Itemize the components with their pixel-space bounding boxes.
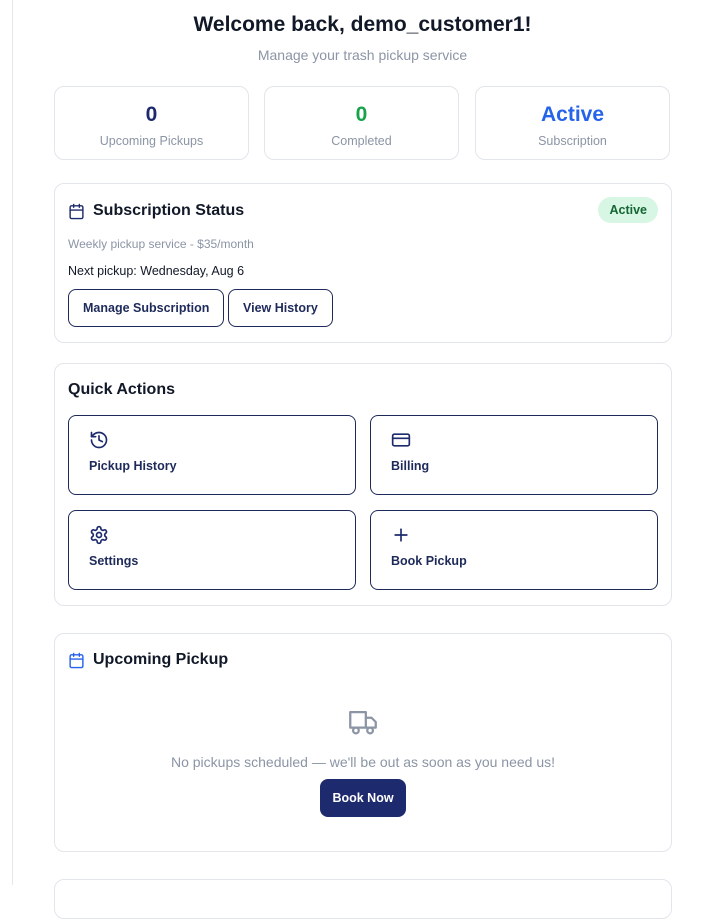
action-billing[interactable]: Billing <box>370 415 658 495</box>
welcome-subtitle: Manage your trash pickup service <box>257 47 468 63</box>
action-label-settings: Settings <box>89 554 139 568</box>
next-card-edge <box>54 879 672 919</box>
action-book-pickup[interactable]: Book Pickup <box>370 510 658 590</box>
stat-label-completed: Completed <box>331 134 392 148</box>
calendar-icon <box>68 203 85 220</box>
subscription-description: Weekly pickup service - $35/month <box>68 237 254 251</box>
welcome-heading: Welcome back, demo_customer1! <box>193 13 532 36</box>
calendar-icon <box>68 652 85 669</box>
action-label-billing: Billing <box>391 459 430 473</box>
stat-label-upcoming: Upcoming Pickups <box>99 134 204 148</box>
subscription-status-header: Subscription Status <box>68 202 244 220</box>
action-pickup-history[interactable]: Pickup History <box>68 415 356 495</box>
manage-subscription-button[interactable]: Manage Subscription <box>68 289 225 327</box>
subscription-status-card: Subscription Status Active Weekly pickup… <box>54 183 672 343</box>
subscription-status-title: Subscription Status <box>93 202 245 219</box>
page-left-border <box>12 0 13 885</box>
stat-value-upcoming: 0 <box>145 103 158 126</box>
history-icon <box>89 430 109 450</box>
book-now-button[interactable]: Book Now <box>320 779 406 817</box>
empty-state-text: No pickups scheduled — we'll be out as s… <box>170 754 555 770</box>
action-label-book-pickup: Book Pickup <box>391 554 467 568</box>
credit-card-icon <box>391 430 411 450</box>
stat-value-completed: 0 <box>355 103 368 126</box>
upcoming-pickup-header: Upcoming Pickup <box>68 651 228 669</box>
stat-value-subscription: Active <box>540 103 605 126</box>
status-badge: Active <box>598 197 658 223</box>
action-label-pickup-history: Pickup History <box>89 459 177 473</box>
stat-card-subscription: Active Subscription <box>475 86 670 160</box>
quick-actions-title: Quick Actions <box>68 381 175 398</box>
action-settings[interactable]: Settings <box>68 510 356 590</box>
plus-icon <box>391 525 411 545</box>
upcoming-pickup-card: Upcoming Pickup No pickups scheduled — w… <box>54 633 672 852</box>
view-history-button[interactable]: View History <box>228 289 333 327</box>
gear-icon <box>89 525 109 545</box>
quick-actions-card: Quick Actions Pickup History Billing Set… <box>54 363 672 606</box>
stat-card-upcoming: 0 Upcoming Pickups <box>54 86 249 160</box>
stat-card-completed: 0 Completed <box>264 86 459 160</box>
truck-icon <box>344 705 382 739</box>
stat-label-subscription: Subscription <box>538 134 607 148</box>
next-pickup-text: Next pickup: Wednesday, Aug 6 <box>68 264 245 278</box>
upcoming-pickup-title: Upcoming Pickup <box>93 651 229 668</box>
